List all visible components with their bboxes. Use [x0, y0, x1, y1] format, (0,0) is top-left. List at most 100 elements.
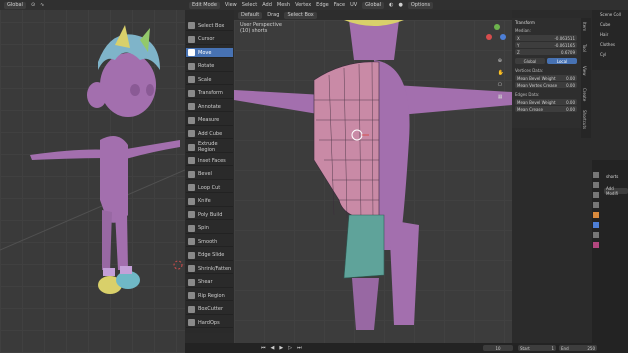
tool-extrude-region-icon [188, 143, 195, 151]
tool-transform[interactable]: Transform [186, 89, 233, 99]
object-tab-icon[interactable] [593, 212, 599, 218]
add-menu[interactable]: Add [262, 2, 272, 8]
mesh-menu[interactable]: Mesh [277, 2, 290, 8]
tool-spin[interactable]: Spin [186, 224, 233, 234]
tool-rip-region[interactable]: Rip Region [186, 291, 233, 301]
n-panel-tab-shortcuts[interactable]: Shortcuts [582, 110, 587, 129]
mean-crease-label: Mean Crease [517, 106, 543, 112]
end-frame-field[interactable]: End 250 [559, 345, 597, 351]
x-field-label: X [517, 35, 520, 41]
select-menu[interactable]: Select [242, 2, 257, 8]
tool-rotate[interactable]: Rotate [186, 62, 233, 72]
n-panel: Transform Median: X -0.063511 Y -0.061165 … [512, 18, 581, 128]
y-axis-icon[interactable] [494, 24, 500, 30]
play-icon[interactable]: ▶ [279, 345, 283, 351]
view-menu[interactable]: View [225, 2, 237, 8]
outliner-item[interactable]: Cyl [600, 52, 606, 57]
outliner-item[interactable]: Hair [600, 32, 608, 37]
mean-vertex-crease-field[interactable]: Mean Vertex Crease 0.00 [515, 82, 577, 88]
main-viewport[interactable]: User Perspective (10) shorts ⊕ ✋ ⎔ ▦ [234, 20, 512, 343]
z-axis-icon[interactable] [500, 34, 506, 40]
tool-poly-build[interactable]: Poly Build [186, 210, 233, 220]
local-button[interactable]: Local [547, 58, 577, 64]
overlay-icon[interactable]: ◐ [389, 2, 393, 8]
tool-annotate[interactable]: Annotate [186, 102, 233, 112]
tool-boxcutter[interactable]: BoxCutter [186, 305, 233, 315]
select-box-dropdown[interactable]: Select Box [284, 11, 317, 19]
tool-cursor[interactable]: Cursor [186, 35, 233, 45]
jump-end-icon[interactable]: ⏭ [297, 345, 302, 351]
n-panel-tab-create[interactable]: Create [582, 88, 587, 101]
add-modifier-button[interactable]: Add Modifi [604, 186, 628, 196]
shading-icon[interactable]: ● [398, 2, 402, 8]
tool-shrink-fatten[interactable]: Shrink/Fatten [186, 264, 233, 274]
y-field[interactable]: Y -0.061165 [515, 42, 577, 48]
timeline-bar: ⏮ ◀ ▶ ▷ ⏭ 10 Start 1 End 250 [185, 343, 628, 353]
x-field-value: -0.063511 [554, 35, 575, 41]
tool-knife[interactable]: Knife [186, 197, 233, 207]
vertex-menu[interactable]: Vertex [295, 2, 311, 8]
outliner-item[interactable]: Clothes [600, 42, 615, 47]
current-frame-field[interactable]: 10 [483, 345, 513, 351]
tool-hardops[interactable]: HardOps [186, 318, 233, 328]
render-tab-icon[interactable] [593, 182, 599, 188]
zoom-icon[interactable]: ⊕ [498, 58, 504, 64]
tool-inset-faces[interactable]: Inset Faces [186, 156, 233, 166]
global-button[interactable]: Global [515, 58, 545, 64]
left-viewport[interactable]: Global ⊙ ∿ [0, 0, 185, 353]
next-key-icon[interactable]: ▷ [288, 345, 292, 351]
camera-icon[interactable]: ⎔ [498, 82, 504, 88]
tool-loop-cut[interactable]: Loop Cut [186, 183, 233, 193]
n-panel-tab-view[interactable]: View [582, 66, 587, 76]
data-tab-icon[interactable] [593, 232, 599, 238]
face-menu[interactable]: Face [334, 2, 345, 8]
n-panel-tab-item[interactable]: Item [582, 22, 587, 31]
transform-orientation-dropdown-main[interactable]: Global [362, 1, 385, 9]
modifier-tab-icon[interactable] [593, 222, 599, 228]
pan-icon[interactable]: ✋ [498, 70, 504, 76]
tool-move[interactable]: Move [186, 48, 233, 58]
tool-shear[interactable]: Shear [186, 278, 233, 288]
tool-add-cube[interactable]: Add Cube [186, 129, 233, 139]
tool-cursor-icon [188, 35, 195, 43]
outliner: Scene Coll Cube Hair Clothes Cyl [592, 10, 628, 70]
tool-select-box[interactable]: Select Box [186, 21, 233, 31]
n-panel-tab-tool[interactable]: Tool [582, 44, 587, 52]
tool-measure[interactable]: Measure [186, 116, 233, 126]
object-name: shorts [606, 174, 619, 179]
tool-edge-slide[interactable]: Edge Slide [186, 251, 233, 261]
x-field[interactable]: X -0.063511 [515, 35, 577, 41]
options-dropdown[interactable]: Options [407, 1, 434, 9]
tool-add-cube-icon [188, 130, 195, 137]
mean-bevel-weight-vertex-field[interactable]: Mean Bevel Weight 0.00 [515, 75, 577, 81]
mean-crease-field[interactable]: Mean Crease 0.00 [515, 106, 577, 112]
start-frame-field[interactable]: Start 1 [518, 345, 556, 351]
tool-label: Rip Region [198, 292, 225, 299]
outliner-item[interactable]: Scene Coll [600, 12, 621, 17]
tool-bevel[interactable]: Bevel [186, 170, 233, 180]
tool-scale[interactable]: Scale [186, 75, 233, 85]
mean-bevel-weight-edge-field[interactable]: Mean Bevel Weight 0.00 [515, 99, 577, 105]
scene-tab-icon[interactable] [593, 202, 599, 208]
material-tab-icon[interactable] [593, 242, 599, 248]
output-tab-icon[interactable] [593, 192, 599, 198]
orientation-dropdown[interactable]: Default [238, 11, 263, 19]
mean-bevel-weight-edge-value: 0.00 [566, 99, 575, 105]
mode-dropdown[interactable]: Edit Mode [189, 1, 220, 9]
tool-smooth[interactable]: Smooth [186, 237, 233, 247]
outliner-item[interactable]: Cube [600, 22, 610, 27]
navigation-gizmo[interactable] [486, 24, 506, 44]
tool-smooth-icon [188, 238, 195, 245]
tool-extrude-region[interactable]: Extrude Region [186, 141, 233, 153]
z-field[interactable]: Z 0.6709 [515, 49, 577, 55]
grid-view-icon[interactable]: ▦ [498, 94, 504, 100]
tool-knife-icon [188, 197, 195, 205]
tool-label: Smooth [198, 238, 218, 245]
prev-key-icon[interactable]: ◀ [271, 345, 275, 351]
jump-start-icon[interactable]: ⏮ [261, 345, 266, 351]
uv-menu[interactable]: UV [350, 2, 357, 8]
edge-menu[interactable]: Edge [316, 2, 329, 8]
tool-tab-icon[interactable] [593, 172, 599, 178]
local-button-label: Local [556, 58, 568, 64]
x-axis-icon[interactable] [486, 34, 492, 40]
